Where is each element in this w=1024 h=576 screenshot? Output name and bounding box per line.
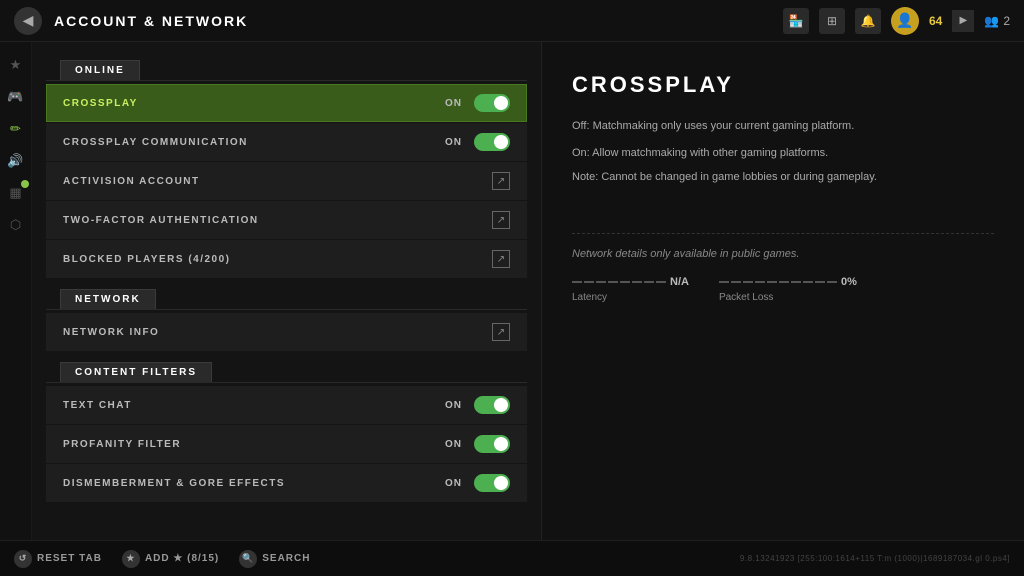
packet-loss-bar: 0% <box>719 276 857 288</box>
latency-group: N/A Latency <box>572 276 689 303</box>
top-header: ◀ ACCOUNT & NETWORK 🏪 ⊞ 🔔 👤 64 ▶ 👥 2 <box>0 0 1024 42</box>
row-value-0-1: ON <box>445 137 462 148</box>
search-button[interactable]: 🔍 SEARCH <box>239 550 310 568</box>
settings-row-0-0[interactable]: CROSSPLAY ON <box>46 84 527 122</box>
bottom-bar: ↺ RESET TAB ★ ADD ★ (8/15) 🔍 SEARCH 9.8.… <box>0 540 1024 576</box>
info-title: CROSSPLAY <box>572 72 994 98</box>
players-number: 2 <box>1003 14 1010 28</box>
settings-row-2-1[interactable]: PROFANITY FILTER ON <box>46 425 527 463</box>
section-header-0: ONLINE <box>32 60 541 82</box>
search-label: SEARCH <box>262 553 310 564</box>
version-info: 9.8.13241923 [255:100:1614+115 T:m (1000… <box>740 554 1010 563</box>
row-value-2-1: ON <box>445 439 462 450</box>
header-icons: 🏪 ⊞ 🔔 👤 64 ▶ 👥 2 <box>783 7 1010 35</box>
transfer-icon[interactable]: ▶ <box>952 10 974 32</box>
packet-loss-dashes <box>719 281 837 283</box>
nav-icon-pencil[interactable]: ✏ <box>3 116 29 142</box>
main-layout: ★ 🎮 ✏ 🔊 ▦ ⬡ ONLINE CROSSPLAY ON CROSSPLA… <box>0 42 1024 576</box>
network-note: Network details only available in public… <box>572 248 994 260</box>
latency-bar: N/A <box>572 276 689 288</box>
section-header-1: NETWORK <box>32 289 541 311</box>
section-header-2: CONTENT FILTERS <box>32 362 541 384</box>
row-label-0-2: ACTIVISION ACCOUNT <box>63 176 492 187</box>
nav-icon-shield[interactable]: ⬡ <box>3 212 29 238</box>
nav-icon-speaker[interactable]: 🔊 <box>3 148 29 174</box>
section-gap-0 <box>32 279 541 289</box>
info-desc-0: Off: Matchmaking only uses your current … <box>572 118 994 135</box>
row-value-0-0: ON <box>445 98 462 109</box>
row-label-2-2: DISMEMBERMENT & GORE EFFECTS <box>63 478 445 489</box>
reset-icon: ↺ <box>14 550 32 568</box>
row-label-0-0: CROSSPLAY <box>63 98 445 109</box>
nav-icon-star[interactable]: ★ <box>3 52 29 78</box>
ext-link-1-0[interactable] <box>492 323 510 341</box>
packet-loss-value: 0% <box>841 276 857 288</box>
credits-display: 64 <box>929 14 942 28</box>
section-gap-1 <box>32 352 541 362</box>
ext-link-0-3[interactable] <box>492 211 510 229</box>
settings-row-0-1[interactable]: CROSSPLAY COMMUNICATION ON <box>46 123 527 161</box>
info-note: Note: Cannot be changed in game lobbies … <box>572 171 994 183</box>
row-label-0-3: TWO-FACTOR AUTHENTICATION <box>63 215 492 226</box>
section-label-2: CONTENT FILTERS <box>60 362 212 383</box>
players-icon: 👥 <box>984 14 999 28</box>
network-info-area: Network details only available in public… <box>572 233 994 303</box>
ext-link-0-4[interactable] <box>492 250 510 268</box>
toggle-2-2[interactable] <box>474 474 510 492</box>
toggle-2-1[interactable] <box>474 435 510 453</box>
toggle-2-0[interactable] <box>474 396 510 414</box>
section-gap-2 <box>32 503 541 513</box>
star-btn-icon: ★ <box>122 550 140 568</box>
row-label-2-1: PROFANITY FILTER <box>63 439 445 450</box>
section-label-0: ONLINE <box>60 60 140 81</box>
row-label-0-4: BLOCKED PLAYERS (4/200) <box>63 254 492 265</box>
left-sidebar: ★ 🎮 ✏ 🔊 ▦ ⬡ <box>0 42 32 576</box>
info-desc-1: On: Allow matchmaking with other gaming … <box>572 145 994 162</box>
settings-panel: ONLINE CROSSPLAY ON CROSSPLAY COMMUNICAT… <box>32 42 542 576</box>
settings-row-0-3[interactable]: TWO-FACTOR AUTHENTICATION <box>46 201 527 239</box>
notification-icon[interactable]: 🔔 <box>855 8 881 34</box>
row-label-2-0: TEXT CHAT <box>63 400 445 411</box>
row-value-2-0: ON <box>445 400 462 411</box>
page-title: ACCOUNT & NETWORK <box>54 13 783 29</box>
back-button[interactable]: ◀ <box>14 7 42 35</box>
settings-row-0-2[interactable]: ACTIVISION ACCOUNT <box>46 162 527 200</box>
store-icon[interactable]: 🏪 <box>783 8 809 34</box>
latency-dashes <box>572 281 666 283</box>
packet-loss-label: Packet Loss <box>719 292 857 303</box>
network-stats: N/A Latency 0% Packet Loss <box>572 276 994 303</box>
settings-row-2-0[interactable]: TEXT CHAT ON <box>46 386 527 424</box>
players-count: 👥 2 <box>984 14 1010 28</box>
nav-icon-gamepad[interactable]: 🎮 <box>3 84 29 110</box>
section-label-1: NETWORK <box>60 289 156 310</box>
add-favorite-label: ADD ★ (8/15) <box>145 553 219 564</box>
ext-link-0-2[interactable] <box>492 172 510 190</box>
row-label-1-0: NETWORK INFO <box>63 327 492 338</box>
latency-value: N/A <box>670 276 689 288</box>
avatar[interactable]: 👤 <box>891 7 919 35</box>
row-label-0-1: CROSSPLAY COMMUNICATION <box>63 137 445 148</box>
search-icon: 🔍 <box>239 550 257 568</box>
info-panel: CROSSPLAY Off: Matchmaking only uses you… <box>542 42 1024 576</box>
reset-tab-label: RESET TAB <box>37 553 102 564</box>
settings-row-0-4[interactable]: BLOCKED PLAYERS (4/200) <box>46 240 527 278</box>
settings-row-2-2[interactable]: DISMEMBERMENT & GORE EFFECTS ON <box>46 464 527 502</box>
latency-label: Latency <box>572 292 689 303</box>
toggle-0-1[interactable] <box>474 133 510 151</box>
toggle-0-0[interactable] <box>474 94 510 112</box>
packet-loss-group: 0% Packet Loss <box>719 276 857 303</box>
reset-tab-button[interactable]: ↺ RESET TAB <box>14 550 102 568</box>
grid-icon[interactable]: ⊞ <box>819 8 845 34</box>
row-value-2-2: ON <box>445 478 462 489</box>
settings-row-1-0[interactable]: NETWORK INFO <box>46 313 527 351</box>
add-favorite-button[interactable]: ★ ADD ★ (8/15) <box>122 550 219 568</box>
nav-icon-panel[interactable]: ▦ <box>3 180 29 206</box>
